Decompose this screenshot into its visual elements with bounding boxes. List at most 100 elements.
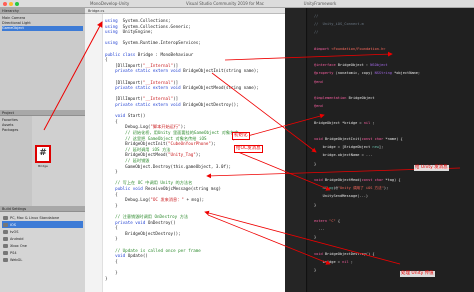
code-token: @end: [314, 104, 323, 109]
objc-code-line[interactable]: extern "C" {: [314, 219, 340, 224]
csharp-code-line[interactable]: // 初始化桥，用Unity 里面要挂的GameObject 对象名字: [105, 130, 238, 135]
objc-code-line[interactable]: //: [314, 30, 318, 35]
csharp-code-line[interactable]: [DllImport("__Internal")]: [105, 80, 178, 85]
code-token: ;: [348, 260, 353, 264]
csharp-code-line[interactable]: {: [105, 192, 118, 197]
objc-code-line[interactable]: BridgeObject *bridge = nil ;: [314, 121, 375, 126]
objc-code-line[interactable]: @implementation BridgeObject: [314, 96, 375, 101]
script-file-icon[interactable]: #: [36, 146, 50, 162]
csharp-code-line[interactable]: [DllImport("__Internal")]: [105, 96, 178, 101]
platform-item-selected[interactable]: iOS: [2, 221, 83, 228]
csharp-code-line[interactable]: BridgeObjectDestroy();: [105, 231, 180, 236]
objc-code-line[interactable]: }: [314, 268, 316, 273]
code-token: "Unity 调用了 iOS 方法": [337, 186, 384, 191]
code-area[interactable]: using System.Collections; using System.Co…: [85, 14, 285, 292]
minimize-window-icon[interactable]: [9, 2, 13, 6]
csharp-code-line[interactable]: private void OnDestroy(): [105, 220, 176, 225]
csharp-code-line[interactable]: }: [105, 203, 118, 208]
csharp-code-line[interactable]: Debug.Log("脚本开始运行");: [105, 124, 185, 130]
csharp-code-line[interactable]: // 写上在 OC 中调用 Unity 的方法名: [105, 180, 192, 185]
csharp-code-line[interactable]: using System.Collections;: [105, 18, 171, 23]
csharp-code-line[interactable]: // 延时销毁: [105, 158, 149, 163]
csharp-code-line[interactable]: {: [105, 225, 118, 230]
project-tree: Favorites Assets Packages: [0, 116, 32, 206]
mac-title-bar: MonoDevelop-Unity Visual Studio Communit…: [0, 0, 474, 8]
csharp-code-line[interactable]: // 注意销毁时调用 OnDestroy 方法: [105, 214, 188, 219]
objc-code-line[interactable]: void BridgeObjectDestroy() {: [314, 252, 375, 257]
csharp-code-line[interactable]: public void ReceiveObjcMessage(string ms…: [105, 186, 221, 191]
objc-code-line[interactable]: void BridgeObjectMeod(const char *tag) {: [314, 178, 401, 183]
objc-code-line[interactable]: // Unity_iOS_Connect.m: [314, 22, 364, 27]
xcode-code-area[interactable]: // // Unity_iOS_Connect.m // #import <Found…: [308, 8, 474, 292]
code-token: // Update is called once per frame: [105, 247, 201, 253]
csharp-code-line[interactable]: BridgeObjectInit("CubeOnYourPhone");: [105, 141, 216, 146]
csharp-code-line[interactable]: // 这里把 GameObject 对象名传给 iOS: [105, 136, 206, 141]
csharp-code-line[interactable]: // Update is called once per frame: [105, 248, 201, 253]
objc-code-line[interactable]: NSLog(@"Unity 调用了 iOS 方法");: [314, 186, 389, 191]
objc-code-line[interactable]: @end: [314, 80, 323, 85]
csharp-code-line[interactable]: using UnityEngine;: [105, 29, 153, 34]
xcode-window-title: UnityFramework: [303, 1, 337, 6]
objc-code-line[interactable]: UnitySendMessage(...): [314, 194, 368, 199]
objc-code-line[interactable]: ...: [314, 227, 325, 232]
code-token: using: [105, 23, 118, 29]
csharp-code-line[interactable]: private static extern void BridgeObjectD…: [105, 102, 239, 107]
code-token: ;: [370, 120, 375, 125]
objc-code-line[interactable]: @interface BridgeObject : NSObject: [314, 63, 388, 68]
csharp-code-line[interactable]: private static extern void BridgeObjectM…: [105, 85, 259, 90]
zoom-window-icon[interactable]: [15, 2, 19, 6]
code-token: ];: [378, 145, 384, 150]
window-controls[interactable]: [3, 2, 19, 6]
csharp-code-line[interactable]: void Start(): [105, 113, 145, 118]
objc-code-line[interactable]: }: [314, 235, 316, 240]
csharp-code-line[interactable]: // 延时调用 iOS 方法: [105, 147, 170, 152]
csharp-code-line[interactable]: public class Bridge : MonoBehaviour: [105, 52, 193, 57]
objc-code-line[interactable]: //: [314, 14, 318, 19]
code-token: // Unity_iOS_Connect.m: [314, 22, 364, 27]
csharp-code-line[interactable]: }: [105, 276, 108, 281]
code-token: BridgeObjectMeod(: [105, 152, 169, 158]
platform-item[interactable]: WebGL: [2, 256, 83, 263]
objc-code-line[interactable]: #import <Foundation/Foundation.h>: [314, 47, 385, 52]
project-assets-area: # Bridge: [32, 116, 85, 206]
objc-code-line[interactable]: }: [314, 203, 316, 208]
csharp-code-line[interactable]: BridgeObjectMeod("Unity_Tag");: [105, 152, 201, 157]
platform-item[interactable]: tvOS: [2, 228, 83, 235]
code-token: )]: [173, 79, 179, 85]
code-token: GameObject.Destroy(this.gameObject, 3.0f…: [105, 163, 232, 169]
objc-code-line[interactable]: @end: [314, 104, 323, 109]
objc-code-line[interactable]: @property (nonatomic, copy) NSString *ob…: [314, 71, 420, 76]
csharp-code-line[interactable]: }: [105, 270, 118, 275]
csharp-code-line[interactable]: }: [105, 236, 118, 241]
platform-item[interactable]: Xbox One: [2, 242, 83, 249]
objc-code-line[interactable]: bridge.objectName = ...: [314, 153, 373, 158]
objc-code-line[interactable]: bridge = [BridgeObject new];: [314, 145, 384, 150]
code-token: "脚本开始运行": [150, 124, 181, 130]
platform-item[interactable]: Android: [2, 235, 83, 242]
hierarchy-item-selected[interactable]: GameObject: [2, 26, 83, 31]
csharp-code-line[interactable]: GameObject.Destroy(this.gameObject, 3.0f…: [105, 164, 231, 169]
code-token: NSString: [374, 71, 392, 76]
code-token: extern: [314, 219, 327, 223]
objc-code-line[interactable]: bridge = nil ;: [314, 260, 353, 265]
objc-code-line[interactable]: }: [314, 162, 316, 167]
code-token: const char: [361, 137, 384, 141]
objc-code-line[interactable]: void BridgeObjectInit(const char *name) …: [314, 137, 403, 142]
csharp-code-line[interactable]: Debug.Log("OC 发来消息：" + msg);: [105, 197, 204, 202]
code-token: const char: [361, 178, 384, 182]
csharp-code-line[interactable]: using System.Collections.Generic;: [105, 24, 191, 29]
csharp-code-line[interactable]: using System.Runtime.InteropServices;: [105, 40, 201, 45]
csharp-code-line[interactable]: private static extern void BridgeObjectI…: [105, 68, 259, 73]
code-token: BridgeObjectDestroy();: [180, 102, 239, 107]
csharp-code-line[interactable]: void Update(): [105, 253, 148, 258]
csharp-code-line[interactable]: [DllImport("__Internal")]: [105, 63, 178, 68]
csharp-code-line[interactable]: {: [105, 259, 118, 264]
csharp-code-line[interactable]: {: [105, 57, 108, 62]
close-window-icon[interactable]: [3, 2, 7, 6]
platform-item[interactable]: PS4: [2, 249, 83, 256]
project-tree-item[interactable]: Packages: [2, 128, 30, 133]
csharp-code-line[interactable]: }: [105, 169, 118, 174]
code-token: ...: [314, 227, 325, 232]
init-callout: 初始化: [232, 132, 250, 140]
platform-item[interactable]: PC, Mac & Linux Standalone: [2, 214, 83, 221]
